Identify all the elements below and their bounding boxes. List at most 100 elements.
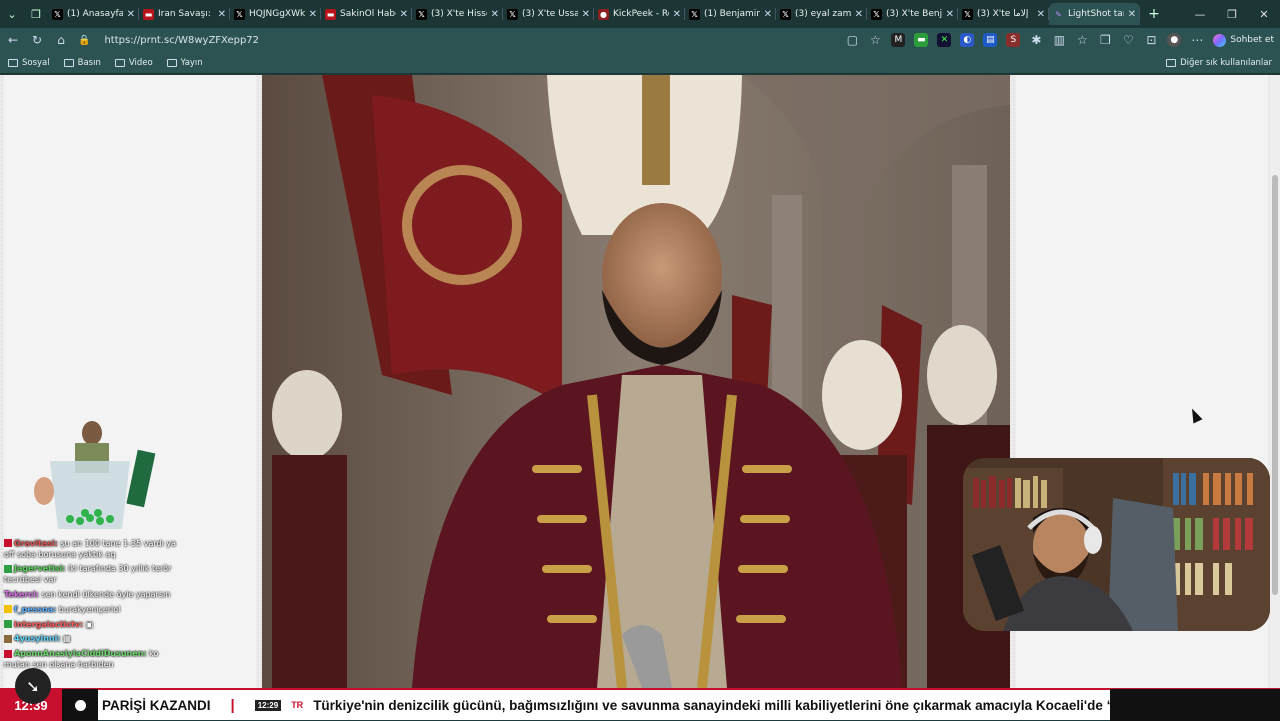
close-tab-icon[interactable]: ✕ [946,9,954,20]
chat-message: 4yusyinni: ▦ [4,634,180,645]
tab[interactable]: 𝕏 (3) eyal zamir ✕ [776,3,867,25]
chat-message: Jagervetisi: iki tarafında 30 yıllık ter… [4,564,180,586]
bookmark-folder[interactable]: Video [114,58,153,68]
x-icon: 𝕏 [962,8,973,20]
extension-icon[interactable]: ▬ [914,33,929,47]
copilot-icon [1213,33,1227,47]
page-scrollbar[interactable] [1270,75,1280,688]
chat-username[interactable]: Jagervetisi: [14,564,65,573]
bookmark-folder[interactable]: Yayın [166,58,203,68]
home-button[interactable]: ⌂ [54,33,68,47]
extension-icon[interactable]: ✕ [937,33,952,47]
browser-essentials-icon[interactable]: ♡ [1121,33,1135,47]
copilot-chat-button[interactable]: Sohbet et [1213,33,1274,47]
tab[interactable]: ▬ İran Savaşı: Canlı ✕ [139,3,230,25]
x-icon: 𝕏 [689,8,700,20]
extension-icon[interactable]: ▤ [983,33,998,47]
close-tab-icon[interactable]: ✕ [127,9,135,20]
tab-strip: 𝕏(1) Anasayfa / X✕▬İran Savaşı: Canlı✕𝕏H… [48,3,1140,25]
extension-icon[interactable]: ◐ [960,33,975,47]
more-menu-icon[interactable]: ⋯ [1190,33,1204,47]
close-tab-icon[interactable]: ✕ [582,9,590,20]
url-field[interactable]: https://prnt.sc/W8wyZFXepp72 [104,35,259,46]
chat-text: burakyeniçeriol [58,604,121,614]
scrollbar-thumb[interactable] [1272,175,1278,595]
toolbar-extensions: ▢ ☆ M ▬ ✕ ◐ ▤ S ✱ ▥ ☆ ❐ ♡ ⊡ ● ⋯ Sohbet e… [845,33,1274,47]
collections-icon[interactable]: ❐ [1098,33,1112,47]
refresh-button[interactable]: ↻ [30,33,44,47]
tab-list-menu-icon[interactable]: ⌄ [0,4,24,24]
back-button[interactable]: ← [6,33,20,47]
close-window-button[interactable]: ✕ [1248,8,1280,21]
avatar[interactable]: ● [1167,33,1182,47]
minimize-button[interactable]: — [1184,8,1216,21]
site-info-icon[interactable]: 🔒 [78,35,90,46]
workspaces-icon[interactable]: ❐ [24,4,48,24]
tab[interactable]: ✎ LightShot tara ✕ [1049,3,1140,25]
news-ticker: 12:39 PARİŞİ KAZANDI | 12:29 TR Türkiye'… [0,688,1280,721]
tab[interactable]: 𝕏 HQJNGgXWkA ✕ [230,3,321,25]
webcam-video [963,458,1270,631]
tab[interactable]: 𝕏 (3) X'te Hisse Fi ✕ [412,3,503,25]
close-tab-icon[interactable]: ✕ [491,9,499,20]
close-tab-icon[interactable]: ✕ [309,9,317,20]
extension-icon[interactable]: M [891,33,906,47]
tab-bar: ⌄ ❐ 𝕏 (1) Anasayfa / X ✕ ▬ İran Savaşı: Canl… [0,0,1280,28]
bookmark-folder[interactable]: Sosyal [8,58,50,68]
chat-badge-icon [4,539,12,548]
tab[interactable]: ▬ SakinOl Haber ✕ [321,3,412,25]
restore-button[interactable]: ❐ [1216,8,1248,21]
chat-username[interactable]: 4yusyinni: [14,634,61,643]
chat-badge-icon [4,605,12,614]
favorite-star-icon[interactable]: ☆ [868,33,882,47]
chat-badge-icon [4,634,12,643]
tab[interactable]: 𝕏 (3) X'te Ussal S ✕ [503,3,594,25]
x-icon: 𝕏 [871,8,882,20]
tab-label: HQJNGgXWkA [249,9,305,19]
close-tab-icon[interactable]: ✕ [400,9,408,20]
tab-label: (3) X'te إلاما [977,9,1029,19]
favorites-icon[interactable]: ☆ [1075,33,1089,47]
close-tab-icon[interactable]: ✕ [1128,9,1136,20]
screenshot-icon[interactable]: ⊡ [1144,33,1158,47]
chat-username[interactable]: f_pessoa: [14,605,56,614]
new-tab-button[interactable]: + [1140,4,1168,24]
bookmark-folder[interactable]: Basın [63,58,101,68]
close-tab-icon[interactable]: ✕ [218,9,226,20]
window-controls: — ❐ ✕ [1184,8,1280,21]
page-content: Gravitasi: şu an 100 tane 1-35 vardı ya … [0,75,1280,688]
scroll-down-button[interactable]: ➘ [15,668,51,704]
chat-message: Gravitasi: şu an 100 tane 1-35 vardı ya … [4,539,180,561]
chat-message: intergalactictv: ▣ [4,620,180,631]
chat-username[interactable]: Tekerci: [4,590,39,599]
bookmarks-bar: Sosyal Basın Video Yayın Diğer sık kulla… [0,52,1280,74]
close-tab-icon[interactable]: ✕ [1037,9,1045,20]
app-available-icon[interactable]: ▢ [845,33,859,47]
streamer-sticker-image [34,421,156,529]
chat-message: Tekerci: sen kendi ülkende öyle yaparsın [4,590,180,601]
extension-icon[interactable]: S [1006,33,1021,47]
chat-message-list: Gravitasi: şu an 100 tane 1-35 vardı ya … [4,539,180,671]
other-favorites-folder[interactable]: Diğer sık kullanılanlar [1166,58,1272,68]
tab[interactable]: 𝕏 (1) Benjamin N ✕ [685,3,776,25]
x-icon: 𝕏 [507,8,518,20]
chat-username[interactable]: Gravitasi: [14,539,58,548]
close-tab-icon[interactable]: ✕ [855,9,863,20]
tab[interactable]: ● KickPeek - Real ✕ [594,3,685,25]
kick-icon: ● [598,8,609,20]
chat-username[interactable]: intergalactictv: [14,620,83,629]
tab[interactable]: 𝕏 (1) Anasayfa / X ✕ [48,3,139,25]
stream-chat-overlay: Gravitasi: şu an 100 tane 1-35 vardı ya … [4,421,180,675]
split-screen-icon[interactable]: ▥ [1052,33,1066,47]
folder-icon [114,58,125,67]
close-tab-icon[interactable]: ✕ [764,9,772,20]
tab-label: (3) eyal zamir [795,9,851,19]
tab[interactable]: 𝕏 (3) X'te Benjam ✕ [867,3,958,25]
country-code-badge: TR [291,700,304,710]
extensions-puzzle-icon[interactable]: ✱ [1029,33,1043,47]
tab[interactable]: 𝕏 (3) X'te إلاما ✕ [958,3,1049,25]
chat-username[interactable]: AponnAnasiylaCiddiDusunen: [14,649,147,658]
close-tab-icon[interactable]: ✕ [673,9,681,20]
headline-time-badge: 12:29 [254,699,282,711]
tab-label: (1) Anasayfa / X [67,9,123,19]
